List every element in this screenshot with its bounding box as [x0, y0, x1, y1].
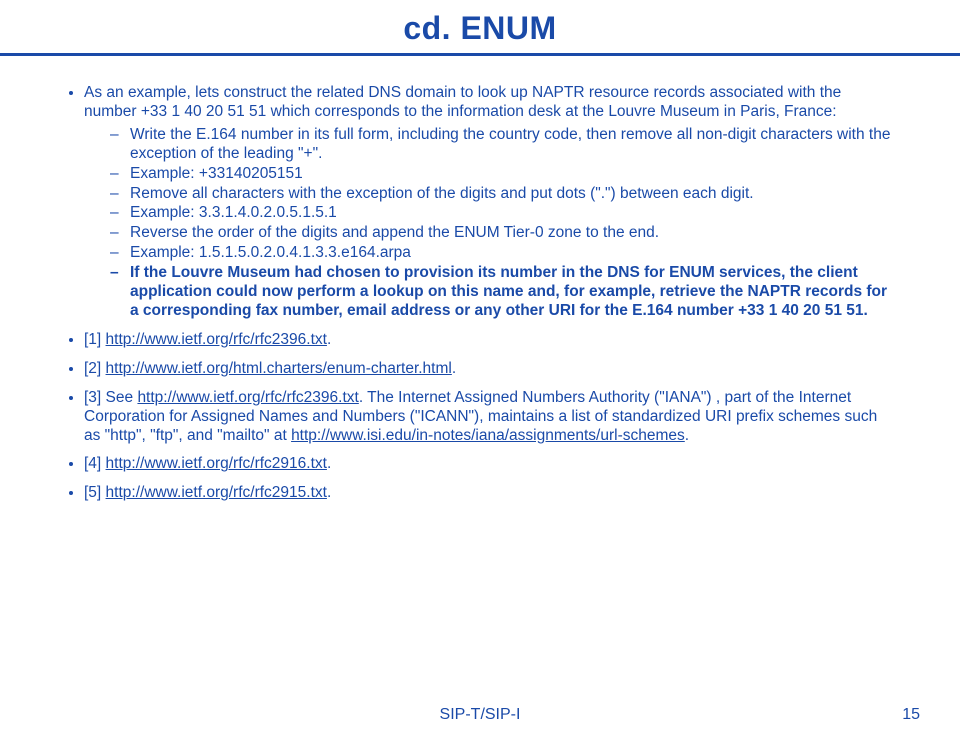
- ref-1-link[interactable]: http://www.ietf.org/rfc/rfc2396.txt: [106, 331, 327, 348]
- slide-title: cd. ENUM: [0, 0, 960, 47]
- step-2: Example: +33140205151: [110, 165, 896, 184]
- ref-4-label: [4]: [84, 455, 106, 472]
- ref-4-dot: .: [327, 455, 331, 472]
- ref-3: [3] See http://www.ietf.org/rfc/rfc2396.…: [84, 389, 896, 446]
- step-4: Example: 3.3.1.4.0.2.0.5.1.5.1: [110, 204, 896, 223]
- intro-text: As an example, lets construct the relate…: [84, 84, 841, 120]
- ref-3-label: [3] See: [84, 389, 137, 406]
- ref-2-link[interactable]: http://www.ietf.org/html.charters/enum-c…: [106, 360, 452, 377]
- ref-2: [2] http://www.ietf.org/html.charters/en…: [84, 360, 896, 379]
- ref-3-link2[interactable]: http://www.isi.edu/in-notes/iana/assignm…: [291, 427, 685, 444]
- ref-1: [1] http://www.ietf.org/rfc/rfc2396.txt.: [84, 331, 896, 350]
- footer-label: SIP-T/SIP-I: [0, 706, 960, 724]
- step-3: Remove all characters with the exception…: [110, 185, 896, 204]
- intro-bullet: As an example, lets construct the relate…: [84, 84, 896, 321]
- ref-3-dot: .: [685, 427, 689, 444]
- ref-5-label: [5]: [84, 484, 106, 501]
- ref-4: [4] http://www.ietf.org/rfc/rfc2916.txt.: [84, 455, 896, 474]
- ref-5-dot: .: [327, 484, 331, 501]
- page-number: 15: [902, 706, 920, 724]
- ref-1-label: [1]: [84, 331, 106, 348]
- ref-2-label: [2]: [84, 360, 106, 377]
- step-5: Reverse the order of the digits and appe…: [110, 224, 896, 243]
- outer-list: As an example, lets construct the relate…: [64, 84, 896, 503]
- ref-1-dot: .: [327, 331, 331, 348]
- ref-3-link[interactable]: http://www.ietf.org/rfc/rfc2396.txt: [137, 389, 358, 406]
- ref-2-dot: .: [452, 360, 456, 377]
- ref-5: [5] http://www.ietf.org/rfc/rfc2915.txt.: [84, 484, 896, 503]
- ref-5-link[interactable]: http://www.ietf.org/rfc/rfc2915.txt: [106, 484, 327, 501]
- step-6: Example: 1.5.1.5.0.2.0.4.1.3.3.e164.arpa: [110, 244, 896, 263]
- steps-list: Write the E.164 number in its full form,…: [84, 126, 896, 321]
- step-7: If the Louvre Museum had chosen to provi…: [110, 264, 896, 321]
- ref-4-link[interactable]: http://www.ietf.org/rfc/rfc2916.txt: [106, 455, 327, 472]
- content-area: As an example, lets construct the relate…: [0, 56, 960, 503]
- step-1: Write the E.164 number in its full form,…: [110, 126, 896, 164]
